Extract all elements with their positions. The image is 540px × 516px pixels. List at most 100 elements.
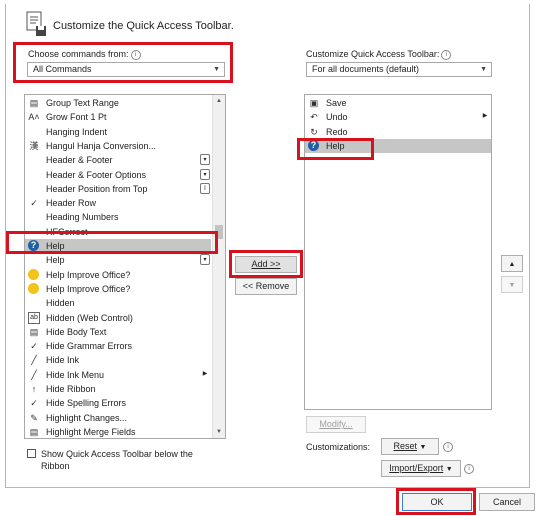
move-up-button[interactable]: ▲: [501, 255, 523, 272]
list-item[interactable]: ▤ Highlight Merge Fields: [25, 425, 211, 438]
list-item[interactable]: ▤ Group Text Range: [25, 96, 211, 110]
list-item-label: Hide Ink Menu: [46, 369, 105, 380]
blank-icon: [28, 254, 40, 266]
cancel-button[interactable]: Cancel: [479, 493, 535, 511]
customize-toolbar-dropdown[interactable]: For all documents (default) ▼: [306, 62, 492, 77]
show-below-ribbon-label: Show Quick Access Toolbar below the Ribb…: [41, 448, 193, 472]
list-item[interactable]: ↻ Redo: [305, 125, 491, 139]
list-item-label: Header & Footer Options: [46, 169, 147, 180]
list-item-label: HFCorrect: [46, 226, 88, 237]
info-icon: i: [443, 442, 453, 452]
list-item[interactable]: Hidden: [25, 296, 211, 310]
commands-list-scrollbar[interactable]: ▲ ▼: [212, 95, 225, 438]
cancel-button-label: Cancel: [492, 497, 521, 507]
blank-icon: [28, 183, 40, 195]
list-item-selected[interactable]: ? Help: [25, 239, 211, 253]
list-item[interactable]: Header Position from Top I: [25, 182, 211, 196]
list-item[interactable]: Hanging Indent: [25, 125, 211, 139]
list-item[interactable]: ✓ Hide Grammar Errors: [25, 339, 211, 353]
list-item[interactable]: ↶ Undo ▶: [305, 110, 491, 124]
smiley-face-icon: [28, 268, 39, 280]
list-item[interactable]: ╱ Hide Ink: [25, 353, 211, 367]
list-item[interactable]: ✓ Header Row: [25, 196, 211, 210]
list-item[interactable]: Help Improve Office?: [25, 282, 211, 296]
body-text-icon: ▤: [29, 326, 39, 337]
choose-commands-label: Choose commands from: i: [28, 49, 141, 60]
triangle-down-icon: ▼: [508, 282, 516, 289]
list-item-label: Header Row: [46, 198, 97, 209]
blank-icon: [28, 297, 40, 309]
list-item-label: Heading Numbers: [46, 212, 119, 223]
customize-toolbar-value: For all documents (default): [312, 64, 420, 74]
scroll-up-icon[interactable]: ▲: [213, 95, 225, 107]
commands-list[interactable]: ▤ Group Text Range A˄ Grow Font 1 Pt Hanging…: [24, 94, 226, 439]
list-item-label: Help: [326, 140, 345, 151]
ab-icon: ab: [28, 311, 40, 324]
dialog-title: Customize the Quick Access Toolbar.: [53, 20, 234, 32]
list-item-label: Hide Ink: [46, 355, 80, 366]
scroll-thumb[interactable]: [215, 225, 223, 239]
check-icon: ✓: [30, 198, 38, 209]
check-icon: ✓: [30, 398, 38, 409]
list-item-selected[interactable]: ? Help: [305, 138, 491, 153]
list-item[interactable]: ↑ Hide Ribbon: [25, 382, 211, 396]
add-button[interactable]: Add >>: [235, 256, 297, 273]
modify-button[interactable]: Modify...: [306, 416, 366, 433]
info-icon: i: [130, 49, 141, 60]
list-item[interactable]: Help Improve Office?: [25, 268, 211, 282]
submenu-arrow-icon: ▶: [202, 370, 208, 377]
group-text-icon: ▤: [29, 98, 39, 108]
list-item[interactable]: Header & Footer Options ▾: [25, 168, 211, 182]
ribbon-icon: ↑: [31, 384, 37, 394]
list-item-label: Highlight Changes...: [46, 412, 128, 423]
scroll-down-icon[interactable]: ▼: [213, 426, 225, 438]
blank-icon: [28, 154, 40, 166]
list-item[interactable]: Heading Numbers: [25, 210, 211, 224]
list-item-label: Header & Footer: [46, 155, 113, 166]
triangle-up-icon: ▲: [508, 261, 516, 268]
remove-button[interactable]: << Remove: [235, 278, 297, 295]
hanja-icon: 漢: [29, 140, 39, 151]
list-item[interactable]: 漢 Hangul Hanja Conversion...: [25, 139, 211, 153]
quick-access-toolbar-icon: [26, 11, 46, 36]
chevron-down-icon: ▼: [445, 466, 453, 473]
list-item-label: Hanging Indent: [46, 126, 108, 137]
move-down-button[interactable]: ▼: [501, 276, 523, 293]
list-item-label: Highlight Merge Fields: [46, 426, 136, 437]
blank-icon: [28, 226, 40, 238]
ok-button[interactable]: OK: [402, 493, 472, 511]
customize-toolbar-label: Customize Quick Access Toolbar: i: [306, 49, 452, 60]
smiley-face-icon: [28, 282, 39, 294]
choose-commands-label-text: Choose commands from:: [28, 49, 129, 59]
modify-button-label: Modify...: [319, 419, 353, 429]
import-export-button-label: Import/Export: [389, 463, 444, 473]
list-item[interactable]: ╱ Hide Ink Menu ▶: [25, 368, 211, 382]
info-icon: i: [464, 464, 474, 474]
help-icon: ?: [28, 240, 39, 251]
list-item[interactable]: HFCorrect: [25, 225, 211, 239]
reset-button[interactable]: Reset ▼: [381, 438, 439, 455]
list-item[interactable]: ▣ Save: [305, 96, 491, 110]
help-icon: ?: [308, 139, 319, 151]
list-item[interactable]: ab Hidden (Web Control): [25, 311, 211, 325]
list-item[interactable]: ✓ Hide Spelling Errors: [25, 396, 211, 410]
choose-commands-dropdown[interactable]: All Commands ▼: [27, 62, 225, 77]
import-export-button[interactable]: Import/Export ▼: [381, 460, 461, 477]
list-item-label: Help: [46, 255, 65, 266]
list-item-label: Hidden: [46, 298, 75, 309]
list-item[interactable]: Help ▾: [25, 253, 211, 267]
grow-font-icon: A˄: [28, 112, 40, 123]
ink-icon: ╱: [31, 355, 37, 366]
list-item[interactable]: A˄ Grow Font 1 Pt: [25, 110, 211, 124]
smiley-icon: [28, 282, 40, 295]
list-item-dropdown-icon: ▾: [200, 168, 210, 180]
chevron-down-icon: ▼: [213, 66, 220, 73]
show-below-ribbon-checkbox[interactable]: [27, 449, 36, 458]
list-item-label: Hidden (Web Control): [46, 312, 133, 323]
list-item-label: Hangul Hanja Conversion...: [46, 140, 157, 151]
list-item-dropdown-icon: ▾: [200, 154, 210, 166]
list-item[interactable]: ▤ Hide Body Text: [25, 325, 211, 339]
toolbar-commands-list[interactable]: ▣ Save ↶ Undo ▶ ↻ Redo? Help: [304, 94, 492, 410]
list-item[interactable]: Header & Footer ▾: [25, 153, 211, 167]
list-item[interactable]: ✎ Highlight Changes...: [25, 411, 211, 425]
